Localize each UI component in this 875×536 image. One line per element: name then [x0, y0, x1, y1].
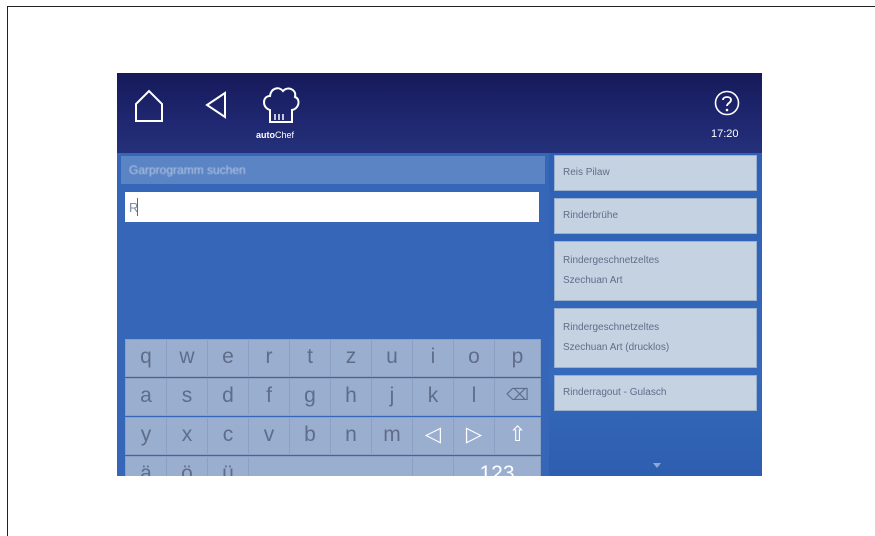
results-list: Reis Pilaw Rinderbrühe Rindergeschnetzel… [549, 153, 762, 476]
list-item-rindergeschnetzeltes-szechuan[interactable]: Rindergeschnetzeltes Szechuan Art [554, 241, 757, 301]
list-item-rinderragout-gulasch[interactable]: Rinderragout - Gulasch [554, 375, 757, 411]
key-h[interactable]: h [330, 378, 372, 416]
device-screen: autoChef 17:20 Garprogramm suchen q w e … [117, 73, 762, 476]
search-panel: Garprogramm suchen q w e r t z u i o p a… [117, 153, 549, 476]
key-r[interactable]: r [248, 339, 290, 377]
back-icon[interactable] [205, 91, 227, 119]
help-icon[interactable] [714, 90, 740, 116]
key-z[interactable]: z [330, 339, 372, 377]
key-y[interactable]: y [125, 417, 167, 455]
frame-border-top [7, 6, 875, 7]
blank-key[interactable] [412, 456, 454, 476]
key-a[interactable]: a [125, 378, 167, 416]
backspace-key[interactable]: ⌫ [494, 378, 541, 416]
key-j[interactable]: j [371, 378, 413, 416]
key-v[interactable]: v [248, 417, 290, 455]
key-q[interactable]: q [125, 339, 167, 377]
key-o[interactable]: o [453, 339, 495, 377]
key-b[interactable]: b [289, 417, 331, 455]
frame-border-left [7, 6, 8, 536]
key-e[interactable]: e [207, 339, 249, 377]
key-o-umlaut[interactable]: ö [166, 456, 208, 476]
top-bar: autoChef 17:20 [117, 73, 762, 153]
cursor-right-key[interactable]: ▷ [453, 417, 495, 455]
key-i[interactable]: i [412, 339, 454, 377]
brand-label: autoChef [256, 130, 295, 140]
key-k[interactable]: k [412, 378, 454, 416]
key-l[interactable]: l [453, 378, 495, 416]
key-d[interactable]: d [207, 378, 249, 416]
key-c[interactable]: c [207, 417, 249, 455]
key-m[interactable]: m [371, 417, 413, 455]
key-g[interactable]: g [289, 378, 331, 416]
key-u[interactable]: u [371, 339, 413, 377]
key-s[interactable]: s [166, 378, 208, 416]
on-screen-keyboard: q w e r t z u i o p a s d f g h j k l ⌫ … [125, 339, 541, 476]
scroll-down-icon[interactable] [653, 463, 661, 468]
key-t[interactable]: t [289, 339, 331, 377]
key-n[interactable]: n [330, 417, 372, 455]
key-w[interactable]: w [166, 339, 208, 377]
search-input[interactable] [125, 192, 539, 222]
key-a-umlaut[interactable]: ä [125, 456, 167, 476]
list-item-rindergeschnetzeltes-drucklos[interactable]: Rindergeschnetzeltes Szechuan Art (druck… [554, 308, 757, 368]
list-item-reis-pilaw[interactable]: Reis Pilaw [554, 155, 757, 191]
shift-key[interactable]: ⇧ [494, 417, 541, 455]
text-cursor [137, 198, 138, 216]
chef-hat-icon[interactable] [259, 84, 301, 124]
key-x[interactable]: x [166, 417, 208, 455]
key-u-umlaut[interactable]: ü [207, 456, 249, 476]
clock: 17:20 [711, 128, 739, 140]
key-p[interactable]: p [494, 339, 541, 377]
cursor-left-key[interactable]: ◁ [412, 417, 454, 455]
home-icon[interactable] [134, 89, 164, 123]
space-key[interactable]: ⎵ [248, 456, 413, 476]
list-item-rinderbruehe[interactable]: Rinderbrühe [554, 198, 757, 234]
search-header: Garprogramm suchen [121, 156, 545, 184]
key-f[interactable]: f [248, 378, 290, 416]
numbers-key[interactable]: 123 [453, 456, 541, 476]
search-title: Garprogramm suchen [129, 163, 246, 177]
